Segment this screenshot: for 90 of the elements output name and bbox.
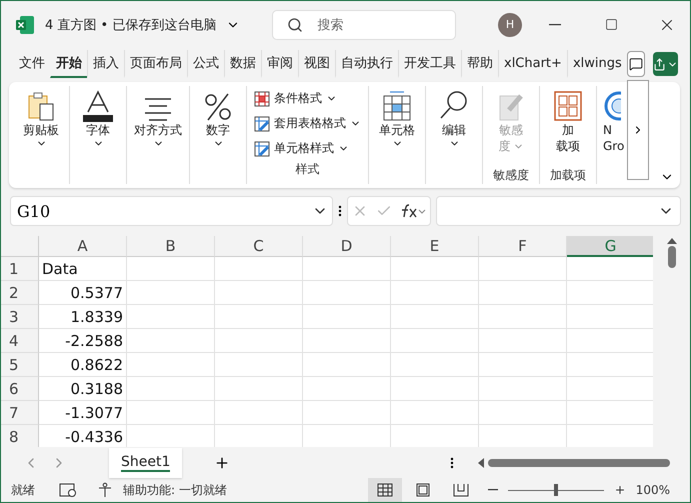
ribbon-tab[interactable]: 开始 bbox=[50, 50, 87, 78]
maximize-icon bbox=[604, 18, 618, 31]
search-icon bbox=[287, 16, 304, 32]
ribbon-tab[interactable]: 帮助 bbox=[461, 50, 498, 78]
row-header[interactable]: 5 bbox=[1, 353, 39, 377]
table-cell-text: -2.2588 bbox=[64, 330, 124, 352]
vertical-scrollbar-thumb[interactable] bbox=[668, 246, 676, 268]
ribbon-tab[interactable]: 数据 bbox=[224, 50, 261, 78]
row-header[interactable]: 1 bbox=[1, 257, 39, 281]
ribbon-button[interactable]: 字体 bbox=[77, 86, 119, 184]
ribbon-button[interactable]: 条件格式 bbox=[254, 86, 337, 111]
column-header[interactable]: F bbox=[479, 236, 567, 257]
ribbon-button[interactable]: 加 载项 bbox=[547, 86, 589, 167]
scroll-left-icon bbox=[478, 458, 484, 468]
group-label: 敏感度 bbox=[493, 167, 529, 184]
table-cell-text: 1.8339 bbox=[70, 306, 124, 328]
table-icon bbox=[382, 90, 412, 122]
more-icon bbox=[338, 205, 342, 217]
horizontal-scrollbar-thumb[interactable] bbox=[488, 458, 670, 466]
share-button[interactable] bbox=[653, 52, 678, 76]
normal-view-button[interactable] bbox=[368, 478, 402, 502]
ring-icon bbox=[603, 90, 621, 122]
table-cell-text: -0.4336 bbox=[64, 426, 124, 447]
table-style-icon bbox=[254, 140, 270, 156]
ribbon-tab[interactable]: 开发工具 bbox=[398, 50, 461, 78]
group-label: 加载项 bbox=[550, 167, 586, 184]
formula-field[interactable] bbox=[436, 196, 681, 226]
accessibility-status[interactable]: 辅助功能: 一切就绪 bbox=[123, 482, 227, 498]
column-header[interactable]: D bbox=[303, 236, 391, 257]
search-field[interactable]: 搜索 bbox=[272, 10, 456, 40]
conditional-format-icon bbox=[254, 90, 270, 106]
ribbon-tab[interactable]: 页面布局 bbox=[124, 50, 187, 78]
sheet-tab[interactable]: Sheet1 bbox=[109, 448, 182, 478]
grid-icon bbox=[376, 483, 393, 497]
excel-logo-icon bbox=[15, 14, 35, 34]
table-style-icon bbox=[254, 116, 270, 132]
macro-recording-icon bbox=[59, 483, 77, 497]
page-icon bbox=[414, 483, 431, 497]
ribbon-tab[interactable]: 公式 bbox=[187, 50, 224, 78]
clipboard-icon bbox=[26, 90, 56, 122]
ribbon-button[interactable]: 数字 bbox=[197, 86, 239, 184]
percent-icon bbox=[204, 92, 232, 122]
zoom-in-icon bbox=[614, 484, 626, 496]
function-icon bbox=[400, 203, 426, 219]
ribbon-button[interactable]: 套用表格格式 bbox=[254, 111, 361, 136]
font-color-icon bbox=[81, 90, 115, 122]
ribbon-button[interactable]: 剪贴板 bbox=[20, 86, 62, 184]
column-header[interactable]: A bbox=[39, 236, 127, 257]
column-header[interactable]: C bbox=[215, 236, 303, 257]
row-header[interactable]: 8 bbox=[1, 425, 39, 447]
row-header[interactable]: 4 bbox=[1, 329, 39, 353]
column-header[interactable]: G bbox=[567, 236, 654, 257]
row-header[interactable]: 2 bbox=[1, 281, 39, 305]
user-avatar[interactable]: H bbox=[498, 12, 522, 36]
ribbon-button[interactable]: 对齐方式 bbox=[134, 86, 182, 184]
accessibility-icon bbox=[97, 482, 113, 498]
ribbon-tab[interactable]: 视图 bbox=[298, 50, 335, 78]
ribbon-tab[interactable]: 自动执行 bbox=[335, 50, 398, 78]
minimize-icon bbox=[549, 24, 561, 26]
table-cell-text: 0.8622 bbox=[70, 354, 124, 376]
comments-button[interactable] bbox=[626, 51, 645, 77]
ribbon-button[interactable]: 编辑 bbox=[433, 86, 475, 184]
speech-bubble-icon bbox=[628, 57, 643, 71]
align-icon bbox=[143, 96, 173, 122]
zoom-level[interactable]: 100% bbox=[636, 483, 670, 497]
name-box[interactable]: G10 bbox=[10, 196, 333, 226]
row-header[interactable]: 6 bbox=[1, 377, 39, 401]
status-text: 就绪 bbox=[11, 482, 35, 498]
ribbon-button[interactable]: N Gro bbox=[603, 122, 627, 154]
grid-icon bbox=[553, 90, 583, 122]
more-icon bbox=[450, 456, 454, 468]
window-title[interactable]: 4 直方图 • 已保存到这台电脑 bbox=[45, 16, 216, 34]
share-icon bbox=[653, 58, 666, 70]
table-cell-text: -1.3077 bbox=[64, 402, 124, 424]
ribbon-tab[interactable]: 文件 bbox=[13, 50, 50, 78]
column-header[interactable]: B bbox=[127, 236, 215, 257]
ribbon-tab[interactable]: 插入 bbox=[87, 50, 124, 78]
table-cell-text: 0.3188 bbox=[70, 378, 124, 400]
ribbon-button[interactable]: 单元格 bbox=[376, 86, 418, 184]
row-header[interactable]: 3 bbox=[1, 305, 39, 329]
ribbon-button[interactable]: 单元格样式 bbox=[254, 136, 349, 161]
page-break-icon bbox=[452, 483, 469, 497]
ribbon-tab[interactable]: xlChart+ bbox=[498, 50, 567, 78]
column-header[interactable]: E bbox=[391, 236, 479, 257]
table-cell-text: Data bbox=[41, 258, 79, 280]
ribbon-tab[interactable]: 审阅 bbox=[261, 50, 298, 78]
scroll-up-icon bbox=[666, 238, 677, 244]
row-header[interactable]: 7 bbox=[1, 401, 39, 425]
group-label: 样式 bbox=[296, 161, 320, 178]
table-cell-text: 0.5377 bbox=[70, 282, 124, 304]
